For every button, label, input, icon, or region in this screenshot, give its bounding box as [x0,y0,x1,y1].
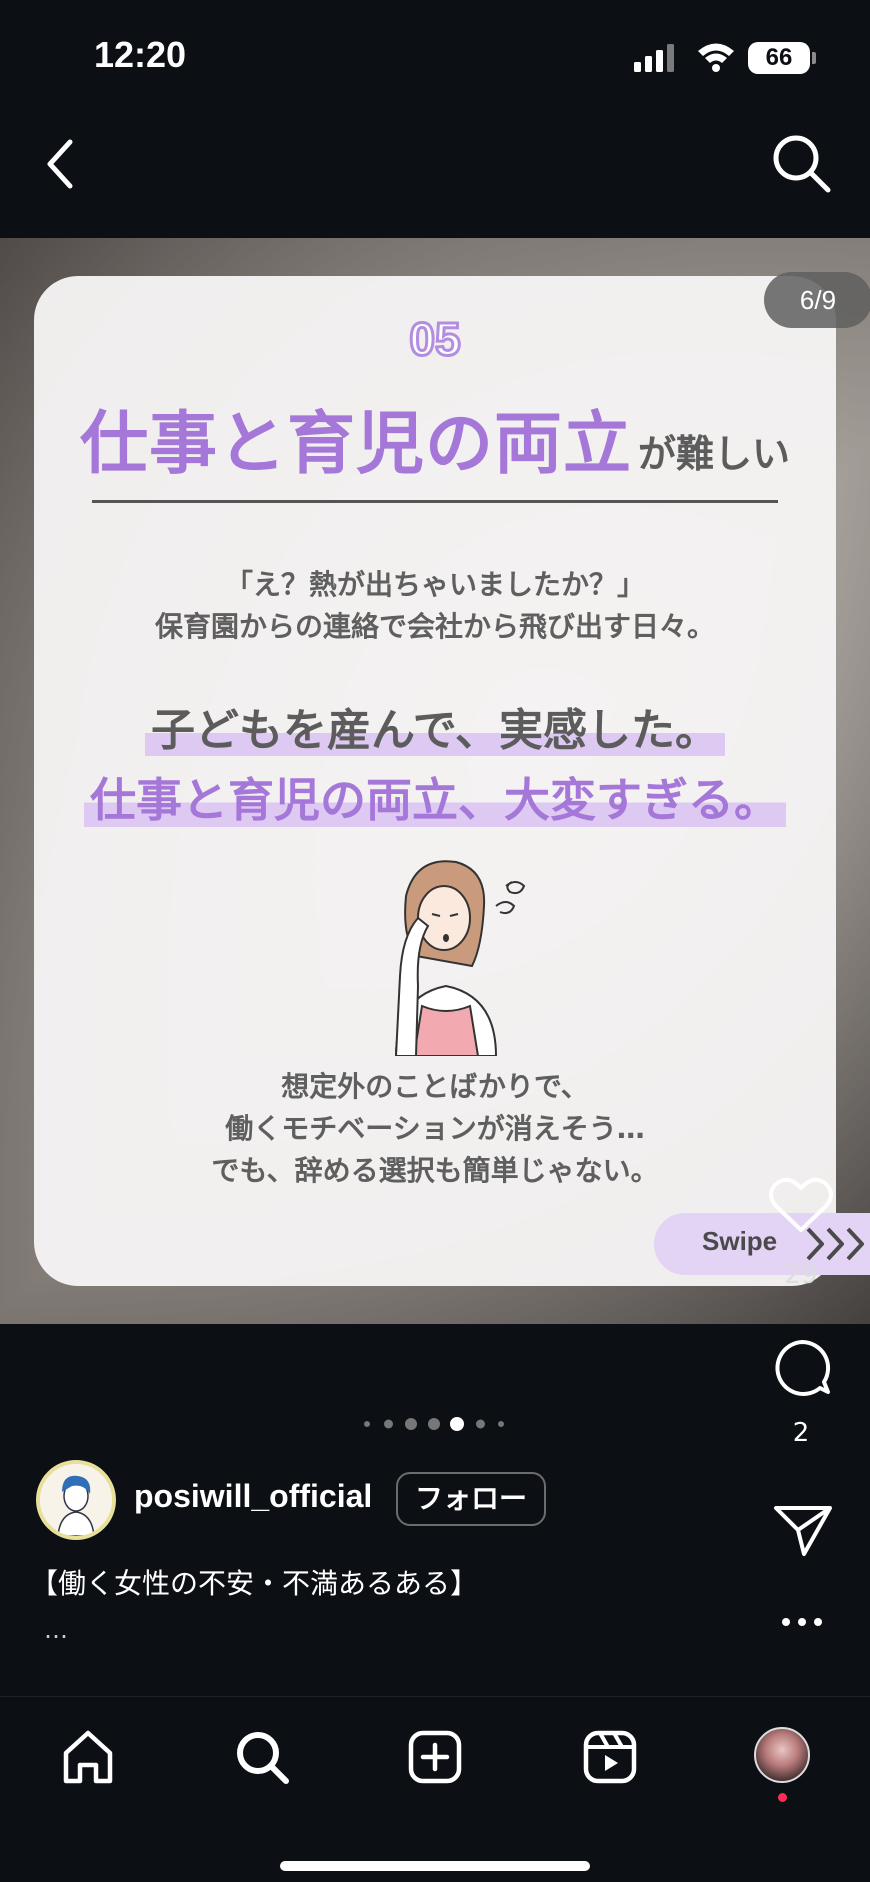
plus-square-icon[interactable] [405,1727,465,1787]
slide-body: 想定外のことばかりで、 働くモチベーションが消えそう… でも、辞める選択も簡単じ… [34,1066,836,1192]
status-bar: 12:20 66 [0,0,870,110]
page-counter: 6/9 [764,272,870,328]
divider [92,500,778,503]
post-image[interactable]: 05 仕事と育児の両立 が難しい 「え？熱が出ちゃいましたか？」 保育園からの連絡… [0,238,870,1324]
body-line: 働くモチベーションが消えそう… [225,1112,645,1145]
quote-line: 保育園からの連絡で会社から飛び出す日々。 [154,610,715,643]
search-button[interactable] [768,130,834,196]
reels-icon[interactable] [580,1727,640,1787]
slide-title-sub: が難しい [638,432,791,476]
slide-headline-2: 仕事と育児の両立、大変すぎる。 [34,764,836,830]
quote-line: 「え？熱が出ちゃいましたか？」 [224,568,645,601]
slide-title-main: 仕事と育児の両立 [79,405,632,484]
back-button[interactable] [30,132,94,196]
headline-text: 子どもを産んで、実感した。 [144,705,726,756]
bottom-nav [0,1696,870,1882]
headline-text: 仕事と育児の両立、大変すぎる。 [84,773,786,827]
more-button[interactable] [778,1600,826,1644]
profile-avatar[interactable] [754,1727,810,1783]
battery-level: 66 [748,42,810,74]
home-indicator [280,1861,590,1871]
carousel-dot [364,1421,370,1427]
slide-title: 仕事と育児の両立 が難しい [34,388,836,487]
share-button[interactable] [772,1502,834,1558]
like-button[interactable] [768,1176,834,1236]
carousel-dot [405,1418,417,1430]
carousel-dot [384,1419,393,1429]
author-avatar[interactable] [36,1460,116,1540]
battery-tip [812,52,816,64]
stressed-woman-illustration [394,860,526,1056]
body-line: 想定外のことばかりで、 [281,1070,589,1103]
slide-card: 05 仕事と育児の両立 が難しい 「え？熱が出ちゃいましたか？」 保育園からの連絡… [34,276,836,1286]
slide-quote: 「え？熱が出ちゃいましたか？」 保育園からの連絡で会社から飛び出す日々。 [34,564,836,648]
swipe-hint: Swipe [654,1213,870,1275]
wifi-icon [698,43,734,72]
slide-number: 05 [408,312,462,367]
comment-button[interactable] [770,1336,834,1400]
like-count: 29 [784,1260,818,1290]
post-caption: 【働く女性の不安・不満あるある】 [30,1567,479,1600]
swipe-label: Swipe [702,1226,778,1256]
status-time: 12:20 [94,34,187,75]
signal-icon [634,44,674,72]
author-username[interactable]: posiwill_official [134,1478,372,1515]
carousel-dot-active [450,1417,464,1431]
notification-dot [778,1793,787,1802]
slide-headline-1: 子どもを産んで、実感した。 [34,694,836,758]
carousel-dot [476,1419,485,1429]
follow-button[interactable]: フォロー [396,1472,546,1526]
home-icon[interactable] [58,1727,118,1787]
carousel-indicator [360,1414,510,1434]
carousel-dot [498,1421,504,1427]
search-icon[interactable] [232,1727,292,1787]
body-line: でも、辞める選択も簡単じゃない。 [211,1154,659,1187]
comment-count: 2 [792,1418,810,1448]
top-nav [0,110,870,238]
carousel-dot [428,1418,440,1430]
caption-more[interactable]: … [44,1616,68,1644]
avatar-illustration [40,1464,112,1536]
